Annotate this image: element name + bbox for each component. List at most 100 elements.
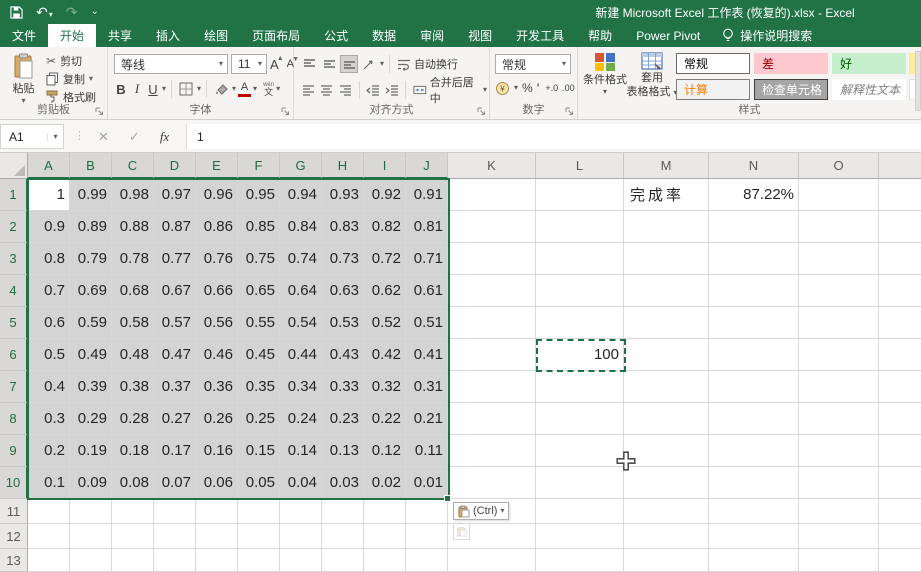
cell-E3[interactable]: 0.76 [196,243,238,275]
cell-F2[interactable]: 0.85 [238,211,280,243]
cell-G11[interactable] [280,499,322,524]
tab-home[interactable]: 开始 [48,24,97,47]
save-icon[interactable] [10,5,23,19]
cell-L7[interactable] [536,371,624,403]
align-bottom-icon[interactable] [340,55,358,73]
formula-input[interactable]: 1 [186,124,921,149]
cell-M1[interactable]: 完成率 [624,179,709,211]
alignment-dialog-launcher-icon[interactable] [477,107,486,116]
cell-H2[interactable]: 0.83 [322,211,364,243]
cell-O4[interactable] [799,275,879,307]
cell-B4[interactable]: 0.69 [70,275,112,307]
style-chip-5[interactable]: 解释性文本 [832,79,906,100]
cell-K2[interactable] [448,211,536,243]
cell-B13[interactable] [70,549,112,572]
cell-I13[interactable] [364,549,406,572]
cell-I8[interactable]: 0.22 [364,403,406,435]
cell-I1[interactable]: 0.92 [364,179,406,211]
row-header-13[interactable]: 13 [0,549,28,572]
cell-M3[interactable] [624,243,709,275]
cell-A1[interactable]: 1 [28,179,70,211]
row-header-11[interactable]: 11 [0,499,28,524]
cell-C8[interactable]: 0.28 [112,403,154,435]
cell-O13[interactable] [799,549,879,572]
cell-F7[interactable]: 0.35 [238,371,280,403]
cell-O8[interactable] [799,403,879,435]
cell-I10[interactable]: 0.02 [364,467,406,499]
cell-K4[interactable] [448,275,536,307]
font-dialog-launcher-icon[interactable] [281,107,290,116]
cell-D2[interactable]: 0.87 [154,211,196,243]
align-middle-icon[interactable] [320,55,338,73]
row-header-8[interactable]: 8 [0,403,28,435]
cell-O11[interactable] [799,499,879,524]
cell-F13[interactable] [238,549,280,572]
fill-color-button[interactable] [212,80,230,98]
cell-G2[interactable]: 0.84 [280,211,322,243]
cell-L9[interactable] [536,435,624,467]
orientation-icon[interactable] [360,55,378,73]
tab-help[interactable]: 帮助 [576,24,624,47]
cell-M12[interactable] [624,524,709,549]
cell-H10[interactable]: 0.03 [322,467,364,499]
fill-handle[interactable] [444,495,451,502]
cell-P4[interactable] [879,275,921,307]
cell-D6[interactable]: 0.47 [154,339,196,371]
cell-N1[interactable]: 87.22% [709,179,799,211]
name-box-dropdown-icon[interactable]: ▾ [47,132,63,141]
cell-P8[interactable] [879,403,921,435]
conditional-formatting-button[interactable]: 条件格式 ▾ [582,51,628,96]
cell-N11[interactable] [709,499,799,524]
font-size-combo[interactable]: 11 ▾ [231,54,267,74]
accounting-dropdown-icon[interactable]: ▾ [514,84,518,92]
cell-P5[interactable] [879,307,921,339]
cell-D4[interactable]: 0.67 [154,275,196,307]
cell-E13[interactable] [196,549,238,572]
cell-J13[interactable] [406,549,448,572]
align-right-icon[interactable] [337,81,354,99]
cell-M5[interactable] [624,307,709,339]
row-header-5[interactable]: 5 [0,307,28,339]
cell-G13[interactable] [280,549,322,572]
number-dialog-launcher-icon[interactable] [565,107,574,116]
cell-P10[interactable] [879,467,921,499]
column-header-J[interactable]: J [406,153,448,179]
row-header-1[interactable]: 1 [0,179,28,211]
cell-K5[interactable] [448,307,536,339]
cell-E1[interactable]: 0.96 [196,179,238,211]
insert-function-icon[interactable]: fx [160,129,169,145]
column-header-C[interactable]: C [112,153,154,179]
cell-L1[interactable] [536,179,624,211]
undo-icon[interactable]: ↶ [36,5,48,19]
cell-C13[interactable] [112,549,154,572]
cell-P2[interactable] [879,211,921,243]
cut-button[interactable]: ✂ 剪切 [46,53,96,68]
cell-D12[interactable] [154,524,196,549]
phonetic-dropdown-icon[interactable]: ▾ [276,85,280,93]
tab-draw[interactable]: 绘图 [192,24,240,47]
cell-N2[interactable] [709,211,799,243]
bold-button[interactable]: B [114,82,128,97]
cell-K9[interactable] [448,435,536,467]
cell-F6[interactable]: 0.45 [238,339,280,371]
cell-D11[interactable] [154,499,196,524]
fill-color-dropdown-icon[interactable]: ▾ [232,85,236,93]
cell-F8[interactable]: 0.25 [238,403,280,435]
decrease-indent-icon[interactable] [365,81,382,99]
cell-B6[interactable]: 0.49 [70,339,112,371]
cell-L13[interactable] [536,549,624,572]
cell-N9[interactable] [709,435,799,467]
cell-E9[interactable]: 0.16 [196,435,238,467]
cell-K1[interactable] [448,179,536,211]
cell-C12[interactable] [112,524,154,549]
column-header-O[interactable]: O [799,153,879,179]
cell-B9[interactable]: 0.19 [70,435,112,467]
cell-P1[interactable] [879,179,921,211]
italic-button[interactable]: I [130,81,144,97]
cell-N12[interactable] [709,524,799,549]
cell-A2[interactable]: 0.9 [28,211,70,243]
accounting-format-icon[interactable]: ¥ [495,81,510,96]
merge-center-button[interactable]: 合并后居中 ▾ [411,77,489,105]
row-header-4[interactable]: 4 [0,275,28,307]
column-header-E[interactable]: E [196,153,238,179]
